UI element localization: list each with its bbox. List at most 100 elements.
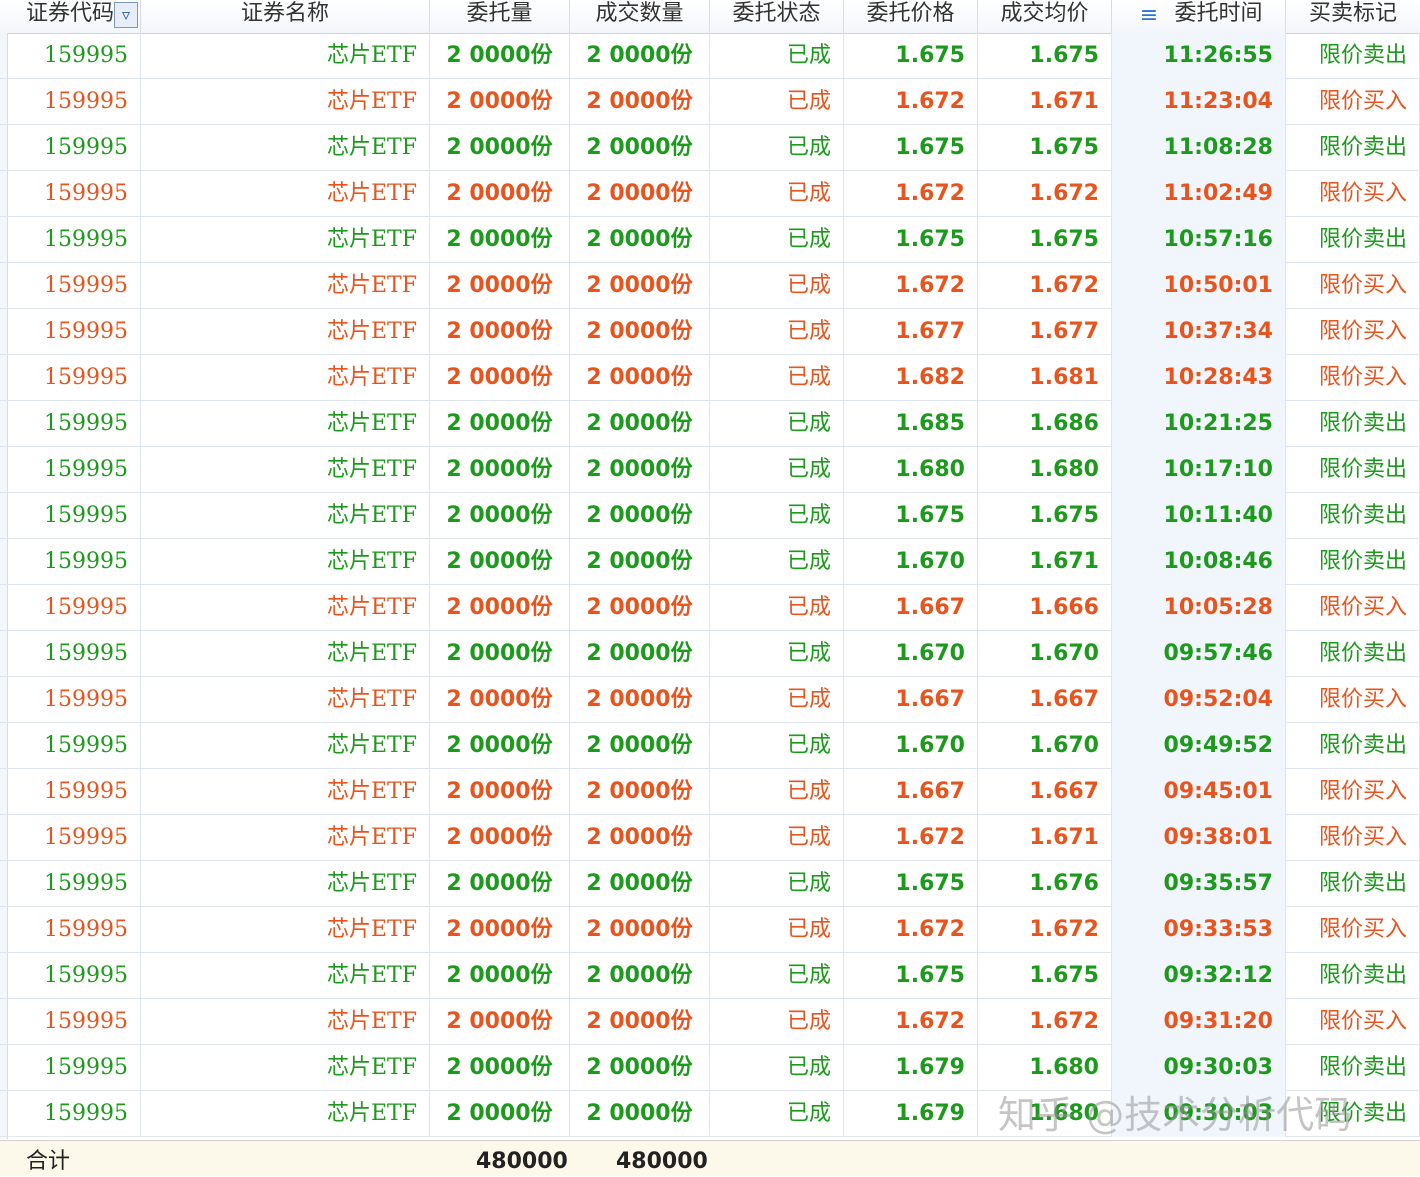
- cell-filled-qty: 2 0000份: [570, 677, 710, 723]
- cell-filled-qty: 2 0000份: [570, 263, 710, 309]
- cell-code: 159995: [8, 539, 141, 585]
- cell-filled-qty: 2 0000份: [570, 861, 710, 907]
- table-row[interactable]: 159995 芯片ETF 2 0000份 2 0000份 已成 1.667 1.666 10:…: [0, 585, 1420, 631]
- cell-order-qty: 2 0000份: [430, 33, 570, 79]
- cell-avg-price: 1.675: [978, 493, 1112, 539]
- cell-avg-price: 1.681: [978, 355, 1112, 401]
- table-row[interactable]: 159995 芯片ETF 2 0000份 2 0000份 已成 1.677 1.677 10:…: [0, 309, 1420, 355]
- cell-side: 限价卖出: [1286, 1045, 1420, 1091]
- table-row[interactable]: 159995 芯片ETF 2 0000份 2 0000份 已成 1.672 1.671 11:…: [0, 79, 1420, 125]
- table-row[interactable]: 159995 芯片ETF 2 0000份 2 0000份 已成 1.675 1.675 11:…: [0, 33, 1420, 79]
- cell-order-price: 1.672: [844, 815, 978, 861]
- table-row[interactable]: 159995 芯片ETF 2 0000份 2 0000份 已成 1.667 1.667 09:…: [0, 769, 1420, 815]
- cell-code: 159995: [8, 33, 141, 79]
- cell-name: 芯片ETF: [141, 723, 430, 769]
- cell-side: 限价买入: [1286, 769, 1420, 815]
- cell-name: 芯片ETF: [141, 33, 430, 79]
- table-row[interactable]: 159995 芯片ETF 2 0000份 2 0000份 已成 1.685 1.686 10:…: [0, 401, 1420, 447]
- sort-icon[interactable]: ≡: [1135, 4, 1163, 28]
- table-row[interactable]: 159995 芯片ETF 2 0000份 2 0000份 已成 1.672 1.672 09:…: [0, 999, 1420, 1045]
- cell-time: 11:23:04: [1112, 79, 1286, 125]
- header-avg-price[interactable]: 成交均价: [978, 0, 1112, 33]
- cell-order-price: 1.680: [844, 447, 978, 493]
- table-row[interactable]: 159995 芯片ETF 2 0000份 2 0000份 已成 1.667 1.667 09:…: [0, 677, 1420, 723]
- cell-order-qty: 2 0000份: [430, 355, 570, 401]
- header-status[interactable]: 委托状态: [710, 0, 844, 33]
- cell-code: 159995: [8, 79, 141, 125]
- cell-order-qty: 2 0000份: [430, 539, 570, 585]
- header-side[interactable]: 买卖标记: [1286, 0, 1420, 33]
- cell-time: 10:11:40: [1112, 493, 1286, 539]
- cell-order-price: 1.675: [844, 125, 978, 171]
- table-row[interactable]: 159995 芯片ETF 2 0000份 2 0000份 已成 1.672 1.672 11:…: [0, 171, 1420, 217]
- filter-icon[interactable]: ▿: [114, 2, 138, 28]
- header-order-qty[interactable]: 委托量: [430, 0, 570, 33]
- table-row[interactable]: 159995 芯片ETF 2 0000份 2 0000份 已成 1.675 1.675 09:…: [0, 953, 1420, 999]
- cell-status: 已成: [710, 861, 844, 907]
- table-row[interactable]: 159995 芯片ETF 2 0000份 2 0000份 已成 1.682 1.681 10:…: [0, 355, 1420, 401]
- orders-grid: 证券代码 ▿ 证券名称 委托量 成交数量 委托状态 委托价格 成交均价 委托时间…: [0, 0, 1420, 1176]
- table-row[interactable]: 159995 芯片ETF 2 0000份 2 0000份 已成 1.679 1.680 09:…: [0, 1045, 1420, 1091]
- cell-side: 限价卖出: [1286, 861, 1420, 907]
- cell-name: 芯片ETF: [141, 677, 430, 723]
- cell-side: 限价卖出: [1286, 723, 1420, 769]
- cell-avg-price: 1.675: [978, 33, 1112, 79]
- footer-label: 合计: [26, 1149, 71, 1174]
- table-row[interactable]: 159995 芯片ETF 2 0000份 2 0000份 已成 1.670 1.670 09:…: [0, 631, 1420, 677]
- cell-order-qty: 2 0000份: [430, 171, 570, 217]
- cell-order-price: 1.670: [844, 631, 978, 677]
- cell-name: 芯片ETF: [141, 953, 430, 999]
- cell-avg-price: 1.676: [978, 861, 1112, 907]
- cell-status: 已成: [710, 585, 844, 631]
- cell-avg-price: 1.666: [978, 585, 1112, 631]
- cell-status: 已成: [710, 1091, 844, 1137]
- table-row[interactable]: 159995 芯片ETF 2 0000份 2 0000份 已成 1.675 1.675 11:…: [0, 125, 1420, 171]
- cell-time: 09:49:52: [1112, 723, 1286, 769]
- cell-order-qty: 2 0000份: [430, 723, 570, 769]
- table-row[interactable]: 159995 芯片ETF 2 0000份 2 0000份 已成 1.670 1.671 10:…: [0, 539, 1420, 585]
- cell-name: 芯片ETF: [141, 631, 430, 677]
- header-order-price[interactable]: 委托价格: [844, 0, 978, 33]
- cell-order-qty: 2 0000份: [430, 309, 570, 355]
- cell-order-price: 1.672: [844, 263, 978, 309]
- header-filled-qty[interactable]: 成交数量: [570, 0, 710, 33]
- cell-status: 已成: [710, 263, 844, 309]
- cell-order-price: 1.672: [844, 79, 978, 125]
- cell-name: 芯片ETF: [141, 861, 430, 907]
- cell-avg-price: 1.672: [978, 907, 1112, 953]
- cell-order-price: 1.685: [844, 401, 978, 447]
- cell-time: 09:30:03: [1112, 1045, 1286, 1091]
- cell-side: 限价买入: [1286, 677, 1420, 723]
- cell-filled-qty: 2 0000份: [570, 999, 710, 1045]
- cell-order-price: 1.667: [844, 769, 978, 815]
- cell-filled-qty: 2 0000份: [570, 953, 710, 999]
- cell-order-price: 1.679: [844, 1091, 978, 1137]
- cell-order-qty: 2 0000份: [430, 1045, 570, 1091]
- table-row[interactable]: 159995 芯片ETF 2 0000份 2 0000份 已成 1.672 1.672 09:…: [0, 907, 1420, 953]
- table-row[interactable]: 159995 芯片ETF 2 0000份 2 0000份 已成 1.672 1.671 09:…: [0, 815, 1420, 861]
- cell-time: 10:28:43: [1112, 355, 1286, 401]
- table-row[interactable]: 159995 芯片ETF 2 0000份 2 0000份 已成 1.675 1.675 10:…: [0, 217, 1420, 263]
- cell-time: 10:37:34: [1112, 309, 1286, 355]
- cell-name: 芯片ETF: [141, 263, 430, 309]
- cell-code: 159995: [8, 309, 141, 355]
- table-row[interactable]: 159995 芯片ETF 2 0000份 2 0000份 已成 1.670 1.670 09:…: [0, 723, 1420, 769]
- cell-name: 芯片ETF: [141, 401, 430, 447]
- cell-avg-price: 1.680: [978, 447, 1112, 493]
- cell-code: 159995: [8, 125, 141, 171]
- cell-name: 芯片ETF: [141, 309, 430, 355]
- cell-avg-price: 1.672: [978, 171, 1112, 217]
- cell-avg-price: 1.675: [978, 953, 1112, 999]
- table-row[interactable]: 159995 芯片ETF 2 0000份 2 0000份 已成 1.680 1.680 10:…: [0, 447, 1420, 493]
- cell-code: 159995: [8, 263, 141, 309]
- table-row[interactable]: 159995 芯片ETF 2 0000份 2 0000份 已成 1.675 1.676 09:…: [0, 861, 1420, 907]
- header-name[interactable]: 证券名称: [141, 0, 430, 33]
- cell-status: 已成: [710, 309, 844, 355]
- table-row[interactable]: 159995 芯片ETF 2 0000份 2 0000份 已成 1.672 1.672 10:…: [0, 263, 1420, 309]
- cell-code: 159995: [8, 1045, 141, 1091]
- cell-status: 已成: [710, 539, 844, 585]
- cell-status: 已成: [710, 999, 844, 1045]
- cell-order-qty: 2 0000份: [430, 769, 570, 815]
- cell-status: 已成: [710, 631, 844, 677]
- table-row[interactable]: 159995 芯片ETF 2 0000份 2 0000份 已成 1.675 1.675 10:…: [0, 493, 1420, 539]
